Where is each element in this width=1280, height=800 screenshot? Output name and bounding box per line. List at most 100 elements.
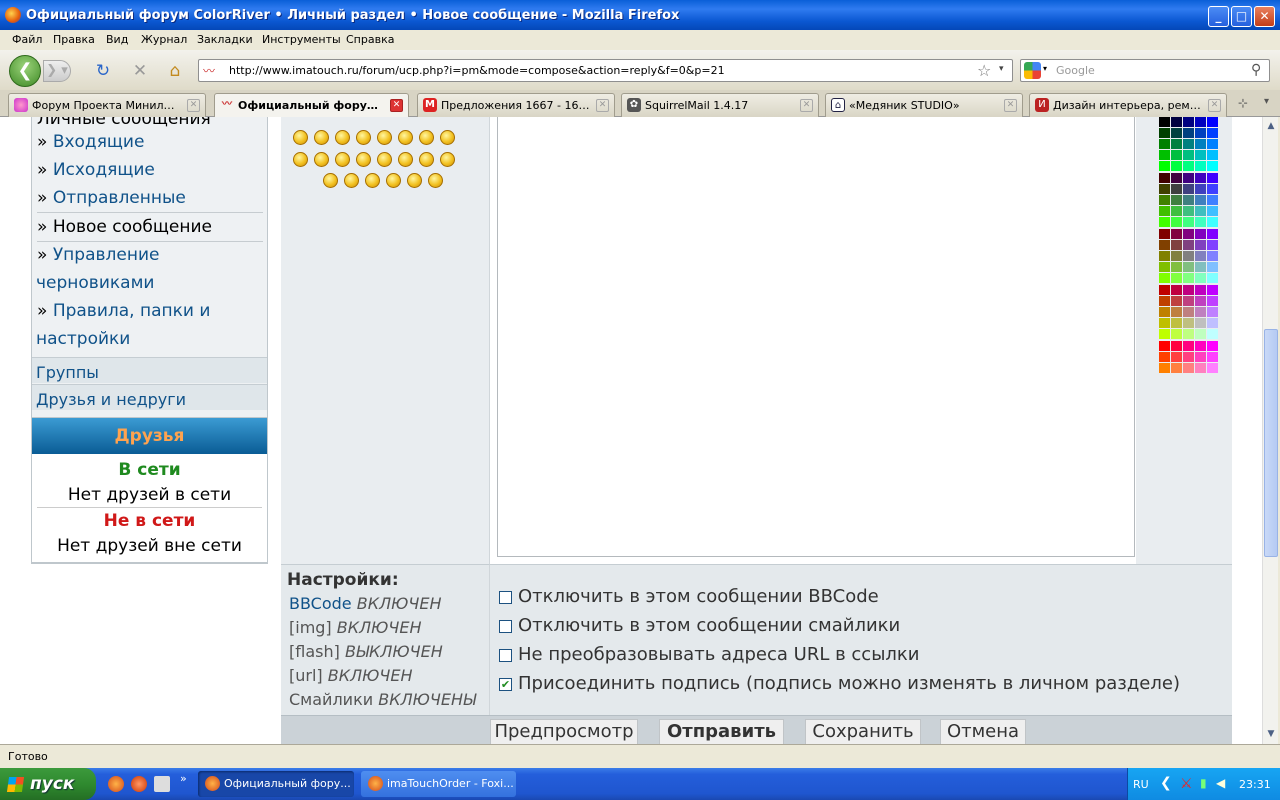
sidebar-item-inbox[interactable]: » Входящие bbox=[37, 132, 144, 152]
smiley-icon[interactable] bbox=[323, 173, 338, 188]
smiley-icon[interactable] bbox=[386, 173, 401, 188]
palette-swatch[interactable] bbox=[1195, 117, 1206, 127]
palette-swatch[interactable] bbox=[1195, 251, 1206, 261]
save-button[interactable]: Сохранить bbox=[805, 719, 921, 744]
palette-swatch[interactable] bbox=[1159, 217, 1170, 227]
palette-swatch[interactable] bbox=[1183, 352, 1194, 362]
palette-swatch[interactable] bbox=[1171, 285, 1182, 295]
palette-swatch[interactable] bbox=[1159, 341, 1170, 351]
palette-swatch[interactable] bbox=[1207, 184, 1218, 194]
stop-icon[interactable]: ✕ bbox=[129, 60, 151, 82]
palette-swatch[interactable] bbox=[1171, 318, 1182, 328]
tab-squirrelmail[interactable]: ✿ SquirrelMail 1.4.17 ✕ bbox=[621, 93, 819, 117]
palette-swatch[interactable] bbox=[1207, 352, 1218, 362]
palette-swatch[interactable] bbox=[1183, 329, 1194, 339]
firefox-quicklaunch-icon[interactable] bbox=[108, 776, 124, 792]
palette-swatch[interactable] bbox=[1183, 173, 1194, 183]
palette-swatch[interactable] bbox=[1183, 285, 1194, 295]
tab-close-icon[interactable]: ✕ bbox=[390, 99, 403, 112]
palette-swatch[interactable] bbox=[1195, 173, 1206, 183]
palette-swatch[interactable] bbox=[1159, 307, 1170, 317]
disable-urls-checkbox[interactable] bbox=[499, 649, 512, 662]
palette-swatch[interactable] bbox=[1195, 341, 1206, 351]
url-text[interactable]: http://www.imatouch.ru/forum/ucp.php?i=p… bbox=[229, 64, 725, 77]
antivirus-icon[interactable]: ⚔ bbox=[1180, 776, 1193, 792]
palette-swatch[interactable] bbox=[1171, 262, 1182, 272]
smiley-icon[interactable] bbox=[440, 130, 455, 145]
palette-swatch[interactable] bbox=[1171, 128, 1182, 138]
menu-view[interactable]: Вид bbox=[106, 33, 128, 46]
disable-smilies-label[interactable]: Отключить в этом сообщении смайлики bbox=[518, 615, 900, 636]
palette-swatch[interactable] bbox=[1159, 352, 1170, 362]
palette-swatch[interactable] bbox=[1195, 352, 1206, 362]
home-icon[interactable]: ⌂ bbox=[164, 60, 186, 82]
palette-swatch[interactable] bbox=[1195, 128, 1206, 138]
tab-forum-minilab[interactable]: Форум Проекта Минилаб-М... ✕ bbox=[8, 93, 206, 117]
palette-swatch[interactable] bbox=[1195, 240, 1206, 250]
palette-swatch[interactable] bbox=[1207, 296, 1218, 306]
palette-swatch[interactable] bbox=[1183, 161, 1194, 171]
taskbar-window-imatouch[interactable]: imaTouchOrder - Foxi... bbox=[361, 771, 516, 797]
palette-swatch[interactable] bbox=[1171, 251, 1182, 261]
palette-swatch[interactable] bbox=[1207, 206, 1218, 216]
disable-bbcode-label[interactable]: Отключить в этом сообщении BBCode bbox=[518, 586, 879, 607]
palette-swatch[interactable] bbox=[1207, 363, 1218, 373]
palette-swatch[interactable] bbox=[1159, 363, 1170, 373]
sidebar-item-rules[interactable]: » Правила, папки и bbox=[37, 301, 210, 321]
palette-swatch[interactable] bbox=[1183, 150, 1194, 160]
forward-arrow-icon[interactable]: ❯ ▾ bbox=[43, 60, 71, 82]
smiley-icon[interactable] bbox=[335, 152, 350, 167]
palette-swatch[interactable] bbox=[1195, 262, 1206, 272]
palette-swatch[interactable] bbox=[1171, 206, 1182, 216]
tab-close-icon[interactable]: ✕ bbox=[1004, 99, 1017, 112]
palette-swatch[interactable] bbox=[1159, 273, 1170, 283]
start-button[interactable]: пуск bbox=[0, 768, 96, 800]
tab-medyanik[interactable]: ⌂ «Медяник STUDIO» ✕ bbox=[825, 93, 1023, 117]
tab-scroll-icon[interactable]: ⊹ bbox=[1238, 96, 1248, 110]
palette-swatch[interactable] bbox=[1159, 184, 1170, 194]
palette-swatch[interactable] bbox=[1195, 273, 1206, 283]
volume-icon[interactable]: ◀ bbox=[1216, 776, 1225, 790]
tray-arrow-icon[interactable]: ❮ bbox=[1160, 775, 1172, 791]
smiley-icon[interactable] bbox=[419, 152, 434, 167]
palette-swatch[interactable] bbox=[1207, 217, 1218, 227]
smiley-icon[interactable] bbox=[314, 152, 329, 167]
sidebar-item-new-message[interactable]: » Новое сообщение bbox=[37, 217, 212, 237]
smiley-icon[interactable] bbox=[377, 130, 392, 145]
palette-swatch[interactable] bbox=[1207, 173, 1218, 183]
smiley-icon[interactable] bbox=[335, 130, 350, 145]
palette-swatch[interactable] bbox=[1183, 318, 1194, 328]
tab-proposals[interactable]: M Предложения 1667 - 1686 - ... ✕ bbox=[417, 93, 615, 117]
palette-swatch[interactable] bbox=[1207, 139, 1218, 149]
quicklaunch-more-icon[interactable]: » bbox=[180, 772, 187, 785]
url-dropdown-icon[interactable]: ▾ bbox=[999, 64, 1004, 74]
palette-swatch[interactable] bbox=[1207, 285, 1218, 295]
smiley-icon[interactable] bbox=[356, 130, 371, 145]
palette-swatch[interactable] bbox=[1171, 150, 1182, 160]
palette-swatch[interactable] bbox=[1171, 184, 1182, 194]
palette-swatch[interactable] bbox=[1159, 251, 1170, 261]
smiley-icon[interactable] bbox=[377, 152, 392, 167]
palette-swatch[interactable] bbox=[1171, 296, 1182, 306]
palette-swatch[interactable] bbox=[1171, 341, 1182, 351]
palette-swatch[interactable] bbox=[1171, 117, 1182, 127]
palette-swatch[interactable] bbox=[1159, 262, 1170, 272]
close-window-button[interactable]: ✕ bbox=[1254, 6, 1275, 27]
google-icon[interactable] bbox=[1024, 62, 1041, 79]
preview-button[interactable]: Предпросмотр bbox=[490, 719, 638, 744]
scroll-up-icon[interactable]: ▲ bbox=[1264, 119, 1278, 133]
palette-swatch[interactable] bbox=[1183, 217, 1194, 227]
bbcode-link[interactable]: BBCode bbox=[289, 594, 352, 613]
attach-signature-label[interactable]: Присоединить подпись (подпись можно изме… bbox=[518, 673, 1180, 694]
menu-tools[interactable]: Инструменты bbox=[262, 33, 341, 46]
sidebar-item-outbox[interactable]: » Исходящие bbox=[37, 160, 155, 180]
smiley-icon[interactable] bbox=[314, 130, 329, 145]
smiley-icon[interactable] bbox=[344, 173, 359, 188]
network-icon[interactable]: ▮ bbox=[1200, 776, 1207, 790]
sidebar-item-sent[interactable]: » Отправленные bbox=[37, 188, 186, 208]
palette-swatch[interactable] bbox=[1207, 128, 1218, 138]
engine-dropdown-icon[interactable]: ▾ bbox=[1043, 64, 1047, 73]
tab-colorriver-forum[interactable]: 〰 Официальный форум Co... ✕ bbox=[214, 93, 409, 118]
palette-swatch[interactable] bbox=[1171, 229, 1182, 239]
smiley-icon[interactable] bbox=[440, 152, 455, 167]
